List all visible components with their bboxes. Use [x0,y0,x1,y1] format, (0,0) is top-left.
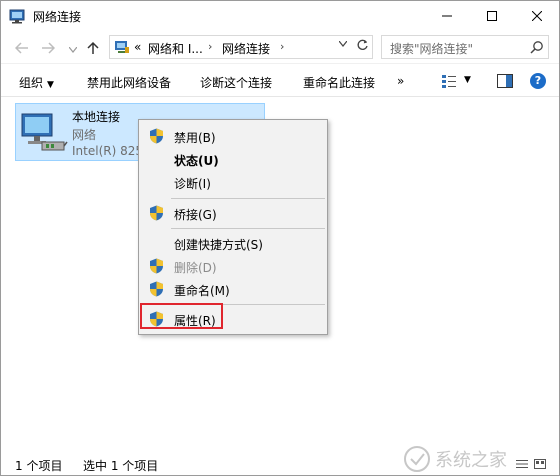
up-button[interactable] [84,39,102,57]
breadcrumb-network-connections[interactable]: 网络连接 [222,40,270,57]
network-connections-icon [9,9,25,24]
search-input[interactable]: 搜索"网络连接" [381,35,549,59]
disable-device-button[interactable]: 禁用此网络设备 [87,74,171,91]
view-options-dropdown-icon[interactable]: ▼ [464,75,471,85]
address-row: « 网络和 I... › 网络连接 › 搜索"网络连接" [1,31,559,63]
network-folder-icon [115,41,129,53]
item-count: 1 个项目 [15,459,63,473]
menu-item-create-shortcut[interactable]: 创建快捷方式(S) [139,232,327,254]
close-icon [531,11,542,21]
window-title: 网络连接 [33,10,82,24]
refresh-button[interactable] [356,39,370,56]
search-placeholder: 搜索"网络连接" [390,42,474,56]
properties-highlight-box [140,303,223,329]
diagnose-button[interactable]: 诊断这个连接 [200,74,272,91]
uac-shield-icon [150,258,163,274]
menu-item-delete: 删除(D) [139,255,327,277]
breadcrumb-overflow[interactable]: « [134,40,141,54]
arrow-up-icon [87,41,99,54]
item-status: 网络 [72,128,97,142]
uac-shield-icon [150,281,163,297]
selected-count: 选中 1 个项目 [83,459,159,473]
menu-separator [171,228,325,229]
rename-button[interactable]: 重命名此连接 [303,74,375,91]
breadcrumb-chevron-icon[interactable]: › [208,40,212,53]
close-button[interactable] [514,1,559,31]
menu-item-status[interactable]: 状态(U) [139,148,327,170]
item-name: 本地连接 [72,110,121,124]
menu-label: 桥接(G) [174,208,217,222]
breadcrumb-network-internet[interactable]: 网络和 I... [148,40,203,57]
recent-locations-button[interactable] [64,41,82,59]
title-bar: 网络连接 [1,1,559,31]
menu-label: 状态(U) [174,154,219,168]
menu-label: 创建快捷方式(S) [174,238,263,252]
address-bar[interactable]: « 网络和 I... › 网络连接 › [109,35,373,59]
uac-shield-icon [150,205,163,221]
watermark-text: 系统之家 [435,450,507,471]
refresh-icon [357,39,368,50]
maximize-button[interactable] [469,1,514,31]
change-view-icon[interactable] [441,73,457,89]
arrow-right-icon [42,42,55,54]
watermark-logo-icon: 系统之家 [404,446,507,472]
menu-label: 重命名(M) [174,284,230,298]
item-adapter: Intel(R) 825 [72,144,143,158]
arrow-left-icon [15,42,28,54]
minimize-button[interactable] [424,1,469,31]
minimize-icon [441,15,452,17]
address-dropdown-icon[interactable] [336,40,350,50]
menu-item-diagnose[interactable]: 诊断(I) [139,171,327,193]
chevron-down-icon [69,47,77,53]
menu-item-disable[interactable]: 禁用(B) [139,125,327,147]
uac-shield-icon [150,128,163,144]
caret-down-icon: ▼ [47,80,54,90]
menu-separator [171,198,325,199]
breadcrumb-chevron-icon[interactable]: › [280,40,284,53]
back-button[interactable] [13,39,31,57]
maximize-icon [486,11,497,21]
menu-label: 删除(D) [174,261,217,275]
more-commands-button[interactable]: » [397,74,404,88]
explorer-window: 网络连接 « 网络和 I... › 网络连接 › 搜索"网络连接" 组织 ▼ 禁… [0,0,560,476]
command-bar: 组织 ▼ 禁用此网络设备 诊断这个连接 重命名此连接 » ▼ ? [1,63,559,97]
menu-label: 禁用(B) [174,131,216,145]
menu-label: 诊断(I) [174,177,211,191]
preview-pane-icon[interactable] [497,74,513,88]
network-adapter-icon [21,113,68,151]
forward-button[interactable] [39,39,57,57]
search-icon[interactable] [530,40,544,54]
menu-item-rename[interactable]: 重命名(M) [139,278,327,300]
menu-item-bridge[interactable]: 桥接(G) [139,202,327,224]
help-button[interactable]: ? [530,73,546,89]
organize-label: 组织 [19,76,44,90]
file-list: 本地连接 网络 Intel(R) 825 禁用(B) 状态(U) 诊断(I) 桥… [1,97,559,451]
organize-button[interactable]: 组织 ▼ [19,74,54,91]
